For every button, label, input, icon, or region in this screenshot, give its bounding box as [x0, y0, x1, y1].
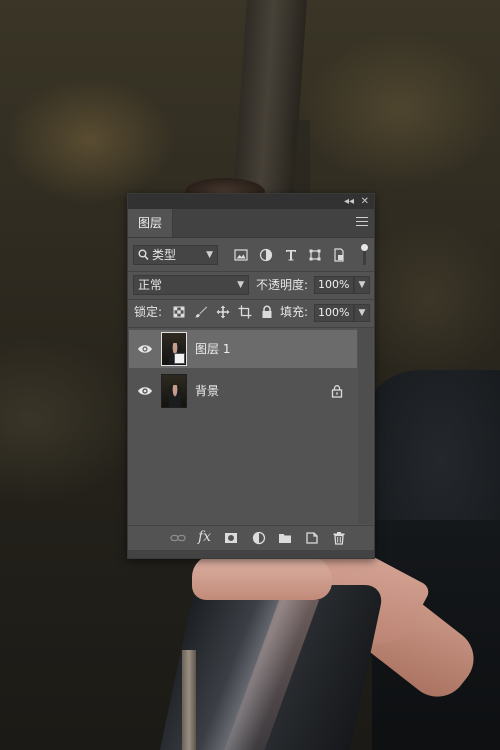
adjustment-layer-icon[interactable]	[252, 531, 266, 545]
group-folder-icon[interactable]	[278, 531, 292, 545]
layers-bottom-toolbar: fx	[128, 525, 374, 550]
layer-thumbnail	[161, 374, 187, 408]
panel-tabbar: 图层	[128, 209, 374, 238]
opacity-label: 不透明度:	[256, 278, 309, 292]
link-layers-icon[interactable]	[170, 531, 186, 545]
search-icon	[138, 249, 149, 261]
opacity-input[interactable]: 100%	[314, 276, 354, 294]
shape-filter-icon[interactable]	[308, 248, 322, 262]
filter-toggle-track	[363, 251, 366, 265]
layers-scrollbar[interactable]	[358, 328, 373, 524]
type-filter-icon[interactable]	[284, 248, 298, 262]
fill-dropdown-icon[interactable]: ▼	[354, 304, 370, 322]
mask-icon[interactable]	[224, 531, 238, 545]
lock-row: 锁定: 填充: 100% ▼	[128, 302, 374, 324]
image-filter-icon[interactable]	[234, 248, 248, 262]
lock-artboard-icon[interactable]	[238, 305, 252, 319]
lock-transparent-pixels-icon[interactable]	[172, 305, 186, 319]
new-layer-icon[interactable]	[305, 531, 319, 545]
fill-label: 填充:	[280, 305, 309, 319]
lock-icon[interactable]	[331, 384, 343, 398]
layer-row-layer-1[interactable]: 图层 1	[129, 330, 357, 368]
blend-row: 正常 ▼ 不透明度: 100% ▼	[128, 275, 374, 295]
eye-icon[interactable]	[137, 384, 153, 398]
smart-object-badge-icon	[174, 353, 185, 364]
opacity-dropdown-icon[interactable]: ▼	[354, 276, 370, 294]
chevron-down-icon: ▼	[206, 250, 213, 260]
smart-object-filter-icon[interactable]	[332, 248, 346, 262]
close-panel-icon[interactable]: ✕	[361, 194, 369, 209]
collapse-panel-icon[interactable]: ◂◂	[344, 194, 354, 209]
panel-resize-footer[interactable]	[128, 550, 374, 558]
adjustment-filter-icon[interactable]	[259, 248, 273, 262]
fx-icon[interactable]: fx	[198, 529, 216, 545]
layer-name[interactable]: 图层 1	[195, 330, 230, 368]
layer-thumbnail	[161, 332, 187, 366]
filter-kind-label: 类型	[152, 248, 177, 262]
eye-icon[interactable]	[137, 342, 153, 356]
filter-toggle[interactable]	[361, 244, 368, 251]
blend-mode-value: 正常	[138, 278, 163, 292]
chevron-down-icon: ▼	[237, 280, 244, 290]
lock-label: 锁定:	[134, 305, 163, 319]
filter-kind-select[interactable]: 类型 ▼	[133, 245, 218, 265]
layers-panel: ◂◂ ✕ 图层 类型 ▼ 正常 ▼ 不透明度: 100% ▼ 锁定: 填充: 1…	[127, 193, 375, 559]
trash-icon[interactable]	[332, 531, 346, 545]
lock-all-icon[interactable]	[260, 305, 274, 319]
lock-image-pixels-icon[interactable]	[194, 305, 208, 319]
lock-position-icon[interactable]	[216, 305, 230, 319]
panel-menu-icon[interactable]	[356, 217, 368, 229]
layer-name[interactable]: 背景	[195, 372, 219, 410]
fill-input[interactable]: 100%	[314, 304, 354, 322]
panel-titlebar[interactable]: ◂◂ ✕	[128, 194, 374, 209]
blend-mode-select[interactable]: 正常 ▼	[133, 275, 249, 295]
tab-layers[interactable]: 图层	[128, 209, 173, 237]
layer-row-background[interactable]: 背景	[129, 372, 357, 410]
filter-row: 类型 ▼	[128, 244, 374, 267]
